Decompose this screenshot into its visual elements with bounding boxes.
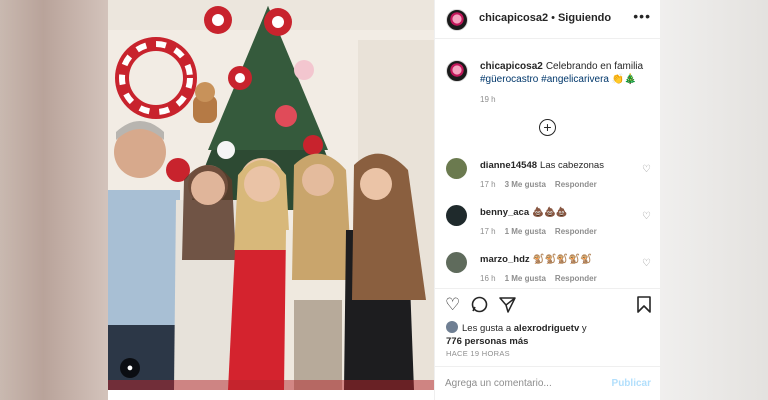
- likes-count-link[interactable]: 776 personas más: [446, 336, 528, 347]
- caption-text: chicapicosa2 Celebrando en familia #güero…: [480, 60, 655, 86]
- comment-avatar[interactable]: [446, 158, 467, 179]
- comment-input[interactable]: Agrega un comentario...: [445, 378, 552, 389]
- caption-emoji: 👏🎄: [611, 74, 637, 85]
- caption-username[interactable]: chicapicosa2: [480, 61, 543, 72]
- comment-likes[interactable]: 1 Me gusta: [505, 227, 546, 236]
- photo-footer: [108, 390, 434, 400]
- caption-avatar[interactable]: [446, 60, 468, 82]
- comment-bubble-icon[interactable]: [471, 296, 488, 317]
- add-comment-bar: Agrega un comentario... Publicar: [435, 366, 660, 400]
- comment-time[interactable]: 16 h: [480, 274, 496, 283]
- comment-item: benny_aca 💩💩💩 17 h 1 Me gusta Responder ♡: [446, 205, 651, 245]
- publish-button[interactable]: Publicar: [612, 378, 651, 389]
- bookmark-icon[interactable]: [637, 296, 651, 317]
- reply-button[interactable]: Responder: [555, 227, 597, 236]
- post-photo[interactable]: ●: [108, 0, 434, 390]
- post-sidebar: chicapicosa2 • Siguiendo ••• chicapicosa2 C…: [434, 0, 660, 400]
- caption-timestamp[interactable]: 19 h: [480, 95, 496, 104]
- caption-body: Celebrando en familia: [545, 61, 644, 72]
- comment-text: 🐒🐒🐒🐒🐒: [532, 254, 592, 265]
- heart-icon[interactable]: ♡: [642, 164, 651, 175]
- more-options-icon[interactable]: •••: [633, 8, 651, 24]
- background-right: [660, 0, 768, 400]
- comment-time[interactable]: 17 h: [480, 227, 496, 236]
- post-header: chicapicosa2 • Siguiendo •••: [435, 0, 660, 39]
- comment-item: marzo_hdz 🐒🐒🐒🐒🐒 16 h 1 Me gusta Responder ♡: [446, 252, 651, 292]
- hashtag-link[interactable]: #angelicarivera: [541, 74, 609, 85]
- post-age[interactable]: HACE 19 HORAS: [446, 349, 510, 358]
- actions-divider: [435, 288, 660, 289]
- like-heart-icon[interactable]: ♡: [445, 296, 460, 314]
- comment-item: dianne14548 Las cabezonas 17 h 3 Me gusta R…: [446, 158, 651, 198]
- author-username[interactable]: chicapicosa2: [479, 12, 548, 24]
- share-plane-icon[interactable]: [499, 296, 516, 317]
- likes-middle: y: [579, 323, 587, 334]
- likes-summary: Les gusta a alexrodriguetv y 776 persona…: [446, 321, 587, 348]
- heart-icon[interactable]: ♡: [642, 211, 651, 222]
- liker-username[interactable]: alexrodriguetv: [514, 323, 579, 334]
- comment-likes[interactable]: 1 Me gusta: [505, 274, 546, 283]
- comment-time[interactable]: 17 h: [480, 180, 496, 189]
- heart-icon[interactable]: ♡: [642, 258, 651, 269]
- comment-text: Las cabezonas: [540, 160, 604, 171]
- follow-status-button[interactable]: Siguiendo: [558, 12, 611, 24]
- comment-likes[interactable]: 3 Me gusta: [505, 180, 546, 189]
- comment-avatar[interactable]: [446, 205, 467, 226]
- reply-button[interactable]: Responder: [555, 274, 597, 283]
- comment-avatar[interactable]: [446, 252, 467, 273]
- family-christmas-photo: [108, 0, 434, 390]
- comment-username[interactable]: benny_aca: [480, 207, 529, 218]
- hashtag-link[interactable]: #güerocastro: [480, 74, 538, 85]
- likes-prefix: Les gusta a: [462, 323, 514, 334]
- comment-username[interactable]: dianne14548: [480, 160, 537, 171]
- load-more-comments-icon[interactable]: +: [539, 119, 556, 136]
- comment-username[interactable]: marzo_hdz: [480, 254, 530, 265]
- comment-text: 💩💩💩: [532, 207, 568, 218]
- liker-avatar[interactable]: [446, 321, 458, 333]
- tagged-users-icon[interactable]: ●: [120, 358, 140, 378]
- instagram-post: ● chicapicosa2 • Siguiendo ••• chicapicosa…: [108, 0, 660, 400]
- background-left: [0, 0, 108, 400]
- author-avatar[interactable]: [446, 9, 468, 31]
- reply-button[interactable]: Responder: [555, 180, 597, 189]
- separator-dot: •: [551, 12, 555, 24]
